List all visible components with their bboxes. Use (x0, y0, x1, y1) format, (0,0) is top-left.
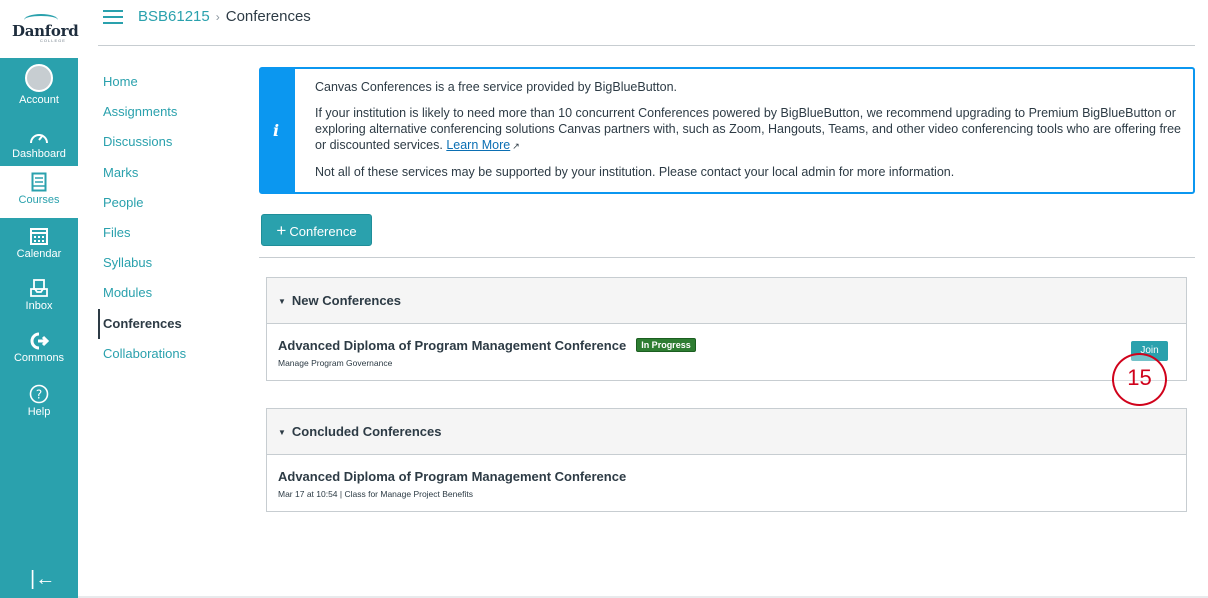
annotation-marker: 15 (1112, 353, 1167, 406)
hamburger-menu-icon[interactable] (103, 10, 123, 24)
course-nav-marks[interactable]: Marks (98, 163, 228, 193)
course-nav-people[interactable]: People (98, 193, 228, 223)
course-nav-files[interactable]: Files (98, 223, 228, 253)
canvas-page: Danford COLLEGE Account Dashboard Course… (0, 0, 1208, 598)
global-nav-label: Courses (18, 194, 60, 206)
global-nav-bar: Account Dashboard Courses Calendar Inbox… (0, 58, 78, 598)
course-nav-home[interactable]: Home (98, 72, 228, 102)
conference-row: Advanced Diploma of Program Management C… (267, 455, 1186, 511)
global-nav: Danford COLLEGE Account Dashboard Course… (0, 0, 79, 598)
learn-more-link[interactable]: Learn More (446, 138, 510, 152)
course-nav: Home Assignments Discussions Marks Peopl… (98, 72, 228, 374)
collapse-nav-icon[interactable]: |← (30, 568, 55, 591)
svg-text:?: ? (36, 388, 42, 402)
content-divider (259, 257, 1195, 258)
caret-down-icon: ▼ (278, 428, 286, 437)
section-title: New Conferences (291, 293, 402, 308)
alert-paragraph-2-text: If your institution is likely to need mo… (315, 106, 1181, 152)
global-nav-account[interactable]: Account (0, 64, 78, 110)
global-nav-label: Inbox (25, 300, 53, 312)
dashboard-gauge-icon (30, 134, 48, 144)
conference-title-text: Advanced Diploma of Program Management C… (278, 338, 627, 353)
info-alert: i Canvas Conferences is a free service p… (259, 67, 1195, 194)
course-nav-syllabus[interactable]: Syllabus (98, 253, 228, 283)
conference-subtitle: Manage Program Governance (278, 358, 393, 368)
global-nav-courses[interactable]: Courses (0, 166, 78, 218)
course-nav-conferences[interactable]: Conferences (98, 308, 228, 339)
conference-title: Advanced Diploma of Program Management C… (278, 338, 696, 353)
add-conference-button[interactable]: + Conference (261, 214, 372, 246)
new-conferences-header[interactable]: ▼ New Conferences (267, 278, 1186, 324)
global-nav-label: Commons (13, 352, 65, 364)
header-divider (98, 45, 1195, 46)
global-nav-commons[interactable]: Commons (0, 332, 78, 378)
account-avatar-icon (25, 64, 53, 92)
help-icon: ? (29, 384, 49, 404)
alert-message: Canvas Conferences is a free service pro… (315, 79, 1185, 190)
section-title: Concluded Conferences (291, 424, 442, 439)
course-nav-discussions[interactable]: Discussions (98, 132, 228, 162)
global-nav-label: Account (19, 94, 59, 106)
alert-paragraph-1: Canvas Conferences is a free service pro… (315, 80, 677, 94)
external-link-icon: ↗ (512, 141, 520, 151)
conference-title: Advanced Diploma of Program Management C… (278, 469, 627, 484)
calendar-icon (30, 228, 48, 245)
conference-subtitle: Mar 17 at 10:54 | Class for Manage Proje… (278, 489, 473, 499)
global-nav-label: Calendar (16, 248, 62, 260)
course-nav-collaborations[interactable]: Collaborations (98, 344, 228, 374)
global-nav-label: Dashboard (12, 148, 66, 160)
plus-icon: + (276, 221, 287, 240)
breadcrumb-current: Conferences (225, 8, 311, 25)
alert-paragraph-3: Not all of these services may be support… (315, 165, 955, 179)
concluded-conferences-header[interactable]: ▼ Concluded Conferences (267, 409, 1186, 455)
logo-subtext: COLLEGE (40, 38, 66, 43)
conference-row: Advanced Diploma of Program Management C… (267, 324, 1186, 380)
breadcrumb-separator-icon: › (215, 10, 220, 24)
status-badge: In Progress (636, 338, 696, 352)
global-nav-inbox[interactable]: Inbox (0, 278, 78, 324)
add-conference-label: Conference (289, 224, 357, 239)
logo[interactable]: Danford COLLEGE (0, 0, 79, 58)
global-nav-label: Help (27, 406, 51, 418)
caret-down-icon: ▼ (278, 297, 286, 306)
new-conferences-panel: ▼ New Conferences Advanced Diploma of Pro… (266, 277, 1187, 381)
commons-icon (30, 332, 49, 350)
alert-paragraph-2: If your institution is likely to need mo… (315, 105, 1185, 154)
alert-icon-strip: i (261, 69, 295, 192)
info-icon: i (273, 121, 280, 140)
inbox-icon (30, 279, 48, 297)
global-nav-help[interactable]: ? Help (0, 384, 78, 430)
breadcrumb-course-link[interactable]: BSB61215 (138, 8, 210, 25)
concluded-conferences-panel: ▼ Concluded Conferences Advanced Diploma … (266, 408, 1187, 512)
course-nav-assignments[interactable]: Assignments (98, 102, 228, 132)
global-nav-calendar[interactable]: Calendar (0, 226, 78, 272)
courses-book-icon (31, 172, 47, 192)
breadcrumb: BSB61215 › Conferences (138, 8, 311, 25)
